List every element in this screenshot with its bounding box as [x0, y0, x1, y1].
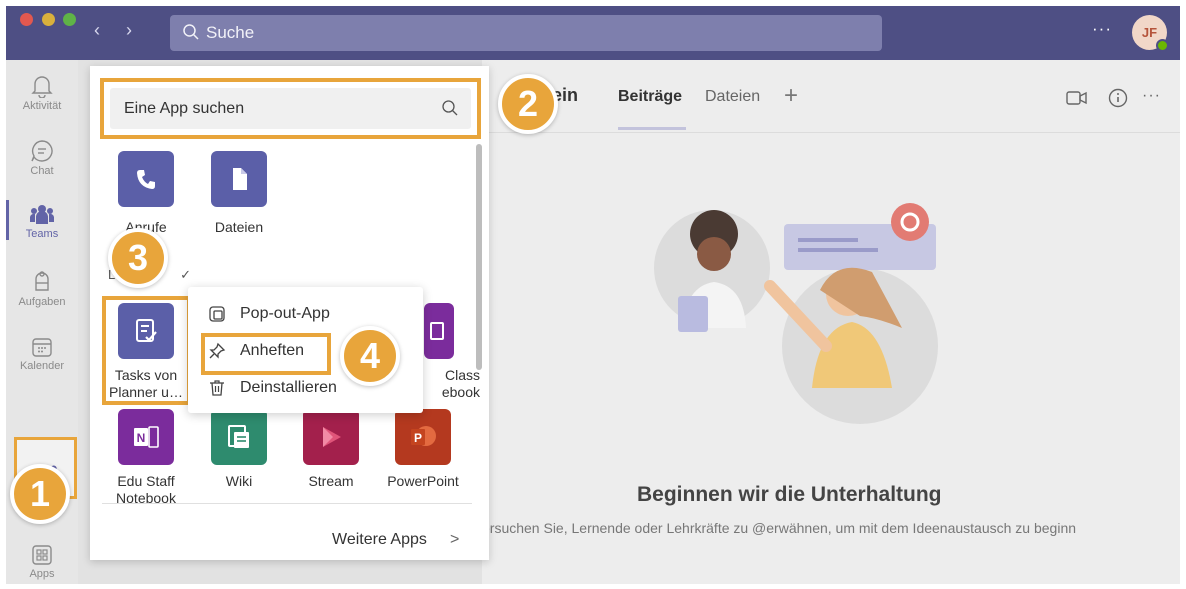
menu-item-pop-out-app[interactable]: Pop-out-App: [188, 297, 423, 331]
calendar-icon: [32, 338, 52, 357]
onenote-icon: [430, 322, 444, 340]
app-tasks-von-planner[interactable]: Tasks von Planner u…: [96, 303, 196, 401]
more-options-button[interactable]: ···: [1092, 19, 1112, 39]
chat-icon: [31, 140, 53, 162]
check-icon: ✓: [180, 267, 191, 282]
global-search-placeholder: Suche: [206, 23, 255, 42]
callout-badge-2: 2: [498, 74, 558, 134]
app-label: Tasks von Planner u…: [109, 367, 183, 400]
app-label: PowerPoint: [387, 473, 459, 489]
app-tile: [424, 303, 454, 359]
rail-item-aufgaben[interactable]: Aufgaben: [6, 270, 78, 308]
chevron-right-icon[interactable]: >: [450, 531, 459, 549]
rail-item-label: Teams: [25, 228, 59, 240]
stream-icon: [323, 427, 341, 447]
presence-available-icon: [1156, 39, 1169, 52]
app-label-line1: Class: [444, 367, 480, 383]
rail-item-label: Aufgaben: [18, 296, 66, 308]
app-tile: [118, 151, 174, 207]
active-tab-underline: [618, 127, 686, 130]
rail-item-teams[interactable]: Teams: [6, 204, 78, 240]
planner-tasks-icon: [136, 319, 157, 342]
trash-icon: [210, 380, 224, 396]
app-anrufe[interactable]: Anrufe: [96, 151, 196, 236]
onenote-icon: N: [134, 426, 159, 448]
tasks-icon: [35, 271, 49, 291]
apps-icon: [32, 545, 52, 565]
menu-item-label: Deinstallieren: [240, 379, 337, 396]
app-stream[interactable]: Stream: [281, 409, 381, 490]
app-edu-staff-notebook[interactable]: N Edu Staff Notebook: [96, 409, 196, 507]
search-icon: [183, 24, 199, 40]
title-bar: ‹ › Suche ··· JF: [6, 6, 1180, 60]
rail-item-label: Apps: [29, 568, 55, 580]
rail-item-label: Kalender: [19, 360, 65, 372]
rail-item-label: Chat: [30, 165, 54, 177]
minimize-window-button[interactable]: [42, 13, 55, 26]
video-call-icon[interactable]: [1066, 90, 1088, 106]
info-icon[interactable]: [1108, 88, 1128, 108]
app-label: Edu Staff Notebook: [116, 473, 176, 506]
app-tile: P: [395, 409, 451, 465]
callout-badge-1: 1: [10, 464, 70, 524]
header-divider: [482, 132, 1180, 133]
app-tile: N: [118, 409, 174, 465]
teams-window: ‹ › Suche ··· JF Aktivität Chat Teams Au…: [6, 6, 1180, 584]
app-wiki[interactable]: Wiki: [189, 409, 289, 490]
avatar-initials: JF: [1141, 25, 1158, 40]
channel-main: mein Beiträge Dateien + ··· Beginnen wir…: [482, 60, 1180, 584]
teams-icon: [30, 205, 54, 224]
app-search-input[interactable]: Eine App suchen: [110, 88, 471, 129]
app-tile: [303, 409, 359, 465]
phone-icon: [137, 170, 155, 189]
app-label-line2: ebook: [441, 384, 480, 400]
avatar[interactable]: JF: [1132, 15, 1169, 52]
tab-dateien[interactable]: Dateien: [705, 88, 760, 106]
empty-state-subtitle: ersuchen Sie, Lernende oder Lehrkräfte z…: [482, 520, 1077, 536]
file-icon: [233, 168, 247, 190]
app-label: Wiki: [225, 473, 253, 489]
app-dateien[interactable]: Dateien: [189, 151, 289, 236]
popout-icon: [209, 306, 225, 322]
rail-item-apps[interactable]: Apps: [6, 544, 78, 580]
add-tab-button[interactable]: +: [784, 82, 798, 110]
rail-item-aktivitaet[interactable]: Aktivität: [6, 74, 78, 112]
forward-button[interactable]: ›: [126, 20, 132, 41]
rail-item-label: Aktivität: [22, 100, 62, 112]
global-search-input[interactable]: Suche: [170, 15, 882, 51]
flyout-divider: [102, 503, 472, 504]
app-search-placeholder: Eine App suchen: [124, 100, 245, 117]
app-tile: [118, 303, 174, 359]
callout-badge-3: 3: [108, 228, 168, 288]
app-tile: [211, 409, 267, 465]
search-icon: [442, 100, 458, 116]
app-label: Stream: [308, 473, 354, 489]
svg-text:P: P: [414, 431, 422, 445]
menu-item-label: Pop-out-App: [240, 305, 330, 322]
app-tile: [211, 151, 267, 207]
app-powerpoint[interactable]: P PowerPoint: [373, 409, 473, 490]
wiki-icon: [228, 425, 249, 448]
powerpoint-icon: P: [411, 426, 436, 446]
rail-item-chat[interactable]: Chat: [6, 139, 78, 177]
rail-item-kalender[interactable]: Kalender: [6, 336, 78, 372]
tab-beitraege[interactable]: Beiträge: [618, 88, 682, 106]
anheften-highlight: [201, 333, 331, 375]
svg-text:N: N: [137, 431, 146, 445]
maximize-window-button[interactable]: [63, 13, 76, 26]
app-label: Dateien: [214, 219, 264, 235]
channel-more-button[interactable]: ···: [1142, 87, 1161, 105]
close-window-button[interactable]: [20, 13, 33, 26]
empty-state-title: Beginnen wir die Unterhaltung: [637, 483, 942, 506]
conversation-illustration: [654, 203, 938, 424]
back-button[interactable]: ‹: [94, 20, 100, 41]
app-search-highlight: Eine App suchen: [100, 78, 481, 139]
bell-icon: [31, 76, 53, 98]
callout-badge-4: 4: [340, 326, 400, 386]
more-apps-link[interactable]: Weitere Apps: [332, 531, 427, 549]
